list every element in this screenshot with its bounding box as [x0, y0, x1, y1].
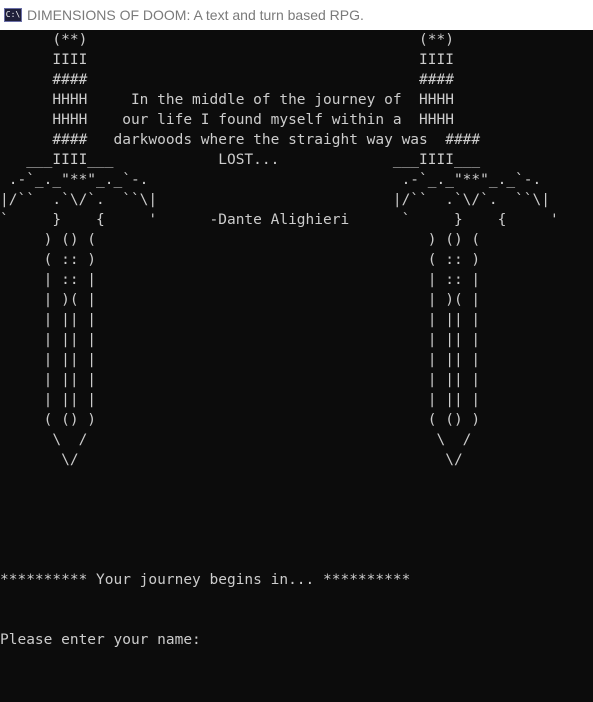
- console-line: \/ \/: [0, 452, 463, 468]
- console-line: ( :: ) ( :: ): [0, 252, 481, 268]
- console-line: | :: | | :: |: [0, 272, 481, 288]
- console-line: ___IIII___ LOST... ___IIII___: [0, 152, 481, 168]
- console-line: ********** Your journey begins in... ***…: [0, 572, 411, 588]
- console-line: HHHH our life I found myself within a HH…: [0, 112, 454, 128]
- console-line: IIII IIII: [0, 52, 454, 68]
- console-line: Please enter your name:: [0, 632, 201, 648]
- console-line: | || | | || |: [0, 392, 481, 408]
- console-line: #### darkwoods where the straight way wa…: [0, 132, 481, 148]
- window-title: DIMENSIONS OF DOOM: A text and turn base…: [27, 7, 364, 23]
- console-line: ` } { ' -Dante Alighieri ` } { ': [0, 212, 559, 228]
- console-line: \ / \ /: [0, 432, 472, 448]
- window-title-bar[interactable]: C:\ DIMENSIONS OF DOOM: A text and turn …: [0, 0, 593, 30]
- console-line: ) () ( ) () (: [0, 232, 481, 248]
- console-line: | || | | || |: [0, 332, 481, 348]
- console-line: HHHH In the middle of the journey of HHH…: [0, 92, 454, 108]
- console-line: |/`` .`\/`. ``\| |/`` .`\/`. ``\|: [0, 192, 550, 208]
- console-output-area[interactable]: (**) (**) IIII IIII #### #### HHHH In th…: [0, 30, 593, 702]
- console-line: | || | | || |: [0, 352, 481, 368]
- console-line: | || | | || |: [0, 372, 481, 388]
- console-line: ( () ) ( () ): [0, 412, 481, 428]
- console-app-icon: C:\: [4, 8, 22, 22]
- console-line: | || | | || |: [0, 312, 481, 328]
- console-line: | )( | | )( |: [0, 292, 481, 308]
- console-line: (**) (**): [0, 32, 454, 48]
- console-line: #### ####: [0, 72, 454, 88]
- console-text: (**) (**) IIII IIII #### #### HHHH In th…: [0, 30, 593, 650]
- console-line: .-`_._"**"_._`-. .-`_._"**"_._`-.: [0, 172, 542, 188]
